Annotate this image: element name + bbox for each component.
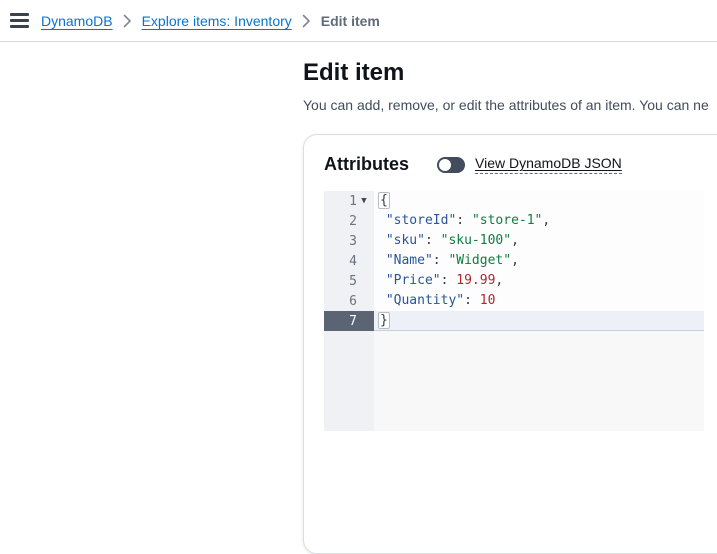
code-token: 19.99 xyxy=(456,273,496,288)
line-number: 3 xyxy=(349,233,357,249)
line-number: 5 xyxy=(349,273,357,289)
page-description: You can add, remove, or edit the attribu… xyxy=(303,97,709,113)
chevron-right-icon xyxy=(302,14,311,28)
code-token: , xyxy=(542,213,551,228)
hamburger-menu-icon[interactable] xyxy=(10,10,32,32)
json-view-toggle-group: View DynamoDB JSON xyxy=(437,155,622,174)
page: { "breadcrumb": { "items": [ { "label": … xyxy=(0,0,717,554)
code-token: "sku" xyxy=(385,233,425,248)
editor-code[interactable]: { "storeId": "store-1", "sku": "sku-100"… xyxy=(374,191,704,431)
code-token: , xyxy=(511,253,519,268)
code-token: 10 xyxy=(479,293,496,308)
code-token: "store-1" xyxy=(471,213,543,228)
code-token: : xyxy=(440,273,457,288)
line-number: 7 xyxy=(324,311,374,331)
matched-bracket: } xyxy=(378,312,390,329)
editor-line[interactable]: "Quantity": 10 xyxy=(374,291,704,311)
editor-line[interactable]: "Price": 19.99, xyxy=(374,271,704,291)
code-token: "Name" xyxy=(385,253,433,268)
code-token: "sku-100" xyxy=(440,233,512,248)
json-view-toggle-label[interactable]: View DynamoDB JSON xyxy=(475,155,622,174)
line-number: 4 xyxy=(349,253,357,269)
line-number: 2 xyxy=(349,213,357,229)
line-number: 1 ▼ xyxy=(324,191,374,211)
json-editor[interactable]: 1 ▼ 2 3 4 5 6 7 { "storeId": "store-1", "sku": … xyxy=(324,191,704,431)
breadcrumb-current: Edit item xyxy=(320,12,380,29)
editor-gutter: 1 ▼ 2 3 4 5 6 7 xyxy=(324,191,374,431)
breadcrumb-bar: DynamoDB Explore items: Inventory Edit i… xyxy=(0,0,717,42)
main-content: Edit item You can add, remove, or edit t… xyxy=(0,58,717,554)
json-view-toggle[interactable] xyxy=(437,156,465,173)
matched-bracket: { xyxy=(378,192,390,209)
editor-line[interactable]: "storeId": "store-1", xyxy=(374,211,704,231)
editor-line[interactable]: "sku": "sku-100", xyxy=(374,231,704,251)
chevron-right-icon xyxy=(123,14,132,28)
code-token: , xyxy=(495,273,504,288)
toggle-knob xyxy=(439,158,451,171)
editor-line[interactable]: "Name": "Widget", xyxy=(374,251,704,271)
page-title: Edit item xyxy=(303,59,405,86)
code-token: : xyxy=(464,293,480,308)
line-number: 6 xyxy=(349,293,357,309)
editor-line[interactable]: { xyxy=(374,191,704,211)
code-token: : xyxy=(432,253,449,268)
code-token: "Quantity" xyxy=(385,293,465,308)
code-token: "Widget" xyxy=(448,253,512,268)
fold-triangle-down-icon[interactable]: ▼ xyxy=(357,191,371,211)
card-heading: Attributes xyxy=(324,154,409,174)
code-token: "Price" xyxy=(385,273,441,288)
breadcrumb-link-explore-items[interactable]: Explore items: Inventory xyxy=(142,13,292,29)
code-token: , xyxy=(511,233,519,248)
breadcrumb-link-dynamodb[interactable]: DynamoDB xyxy=(41,13,113,29)
code-token: : xyxy=(424,233,441,248)
breadcrumb: DynamoDB Explore items: Inventory Edit i… xyxy=(41,13,380,29)
code-token: "storeId" xyxy=(385,213,457,228)
editor-line[interactable]: } xyxy=(374,311,704,331)
attributes-card: Attributes View DynamoDB JSON 1 ▼ 2 3 4 5 6 7 {… xyxy=(303,134,717,554)
code-token: : xyxy=(456,213,472,228)
attributes-card-header: Attributes View DynamoDB JSON xyxy=(304,135,717,175)
